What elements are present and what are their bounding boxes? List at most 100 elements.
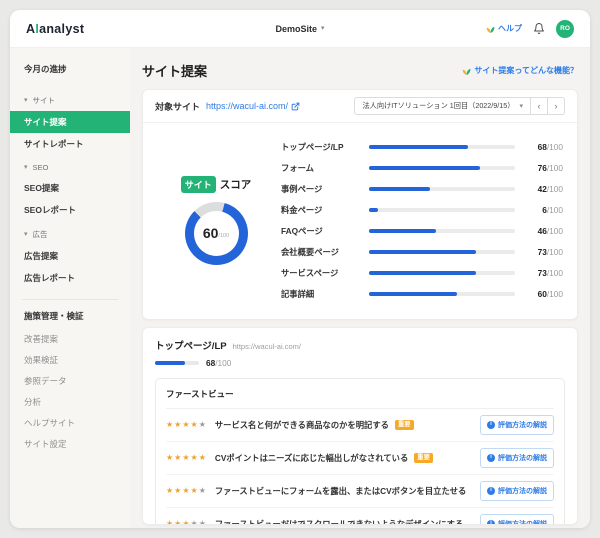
score-bar-row: 会社概要ページ 73/100 (281, 241, 563, 262)
score-bar-row: フォーム 76/100 (281, 157, 563, 178)
score-bar-label: 事例ページ (281, 183, 369, 195)
target-site-link[interactable]: https://wacul-ai.com/ (206, 101, 300, 111)
report-period-value: 法人向けITソリューション 1回目（2022/9/15） (362, 101, 514, 111)
score-bar-track (369, 229, 515, 233)
first-view-title: ファーストビュー (166, 379, 554, 409)
star-rating: ★★★★★ (166, 520, 206, 525)
info-icon: i (487, 421, 495, 429)
report-period-controls: 法人向けITソリューション 1回目（2022/9/15） ▾ ‹ › (354, 97, 565, 115)
score-bar-row: 記事詳細 60/100 (281, 283, 563, 304)
star-empty-icon: ★ (199, 520, 206, 525)
star-filled-icon: ★ (182, 520, 189, 525)
checklist-text: サービス名と何ができる商品なのかを明記する (215, 419, 389, 431)
star-rating: ★★★★★ (166, 421, 206, 429)
site-score-word: スコア (220, 177, 252, 192)
checklist-text: ファーストビューだけでスクロールできないようなデザインにする (215, 518, 463, 525)
report-prev-button[interactable]: ‹ (531, 97, 548, 115)
score-bar-track (369, 145, 515, 149)
score-bar-row: トップページ/LP 68/100 (281, 136, 563, 157)
sidebar-section-ads[interactable]: ▾ 広告 (10, 221, 130, 245)
star-filled-icon: ★ (182, 454, 189, 462)
evaluation-method-button[interactable]: i 評価方法の解説 (480, 481, 554, 501)
avatar-initials: RO (560, 25, 570, 32)
evaluation-method-button[interactable]: i 評価方法の解説 (480, 448, 554, 468)
checklist-text: ファーストビューにフォームを露出、またはCVボタンを目立たせる (215, 485, 466, 497)
page-score-bar-chart: トップページ/LP 68/100 フォーム 76/100 事例ページ (275, 133, 563, 307)
sidebar-item-effect-verification[interactable]: 効果検証 (10, 349, 130, 370)
seedling-icon (486, 24, 495, 34)
sidebar-item-seo-proposal[interactable]: SEO提案 (10, 177, 130, 199)
checklist-row: ★★★★★ ファーストビューにフォームを露出、またはCVボタンを目立たせる i … (166, 475, 554, 508)
sidebar-item-seo-report[interactable]: SEOレポート (10, 199, 130, 221)
important-badge: 重要 (395, 420, 414, 430)
info-icon: i (487, 520, 495, 525)
score-bar-label: FAQページ (281, 225, 369, 237)
site-score-donut-chart: 60 /100 (185, 202, 248, 265)
help-label: ヘルプ (498, 23, 522, 34)
score-bar-track (369, 208, 515, 212)
important-badge: 重要 (414, 453, 433, 463)
score-bar-fill (369, 187, 430, 191)
chevron-down-icon: ▾ (24, 231, 28, 238)
evaluation-method-button[interactable]: i 評価方法の解説 (480, 514, 554, 525)
sidebar-item-site-report[interactable]: サイトレポート (10, 133, 130, 155)
bell-icon (533, 22, 545, 35)
main-content: サイト提案 サイト提案ってどんな機能？ 対象サイト https://wacul-… (130, 48, 590, 528)
checklist-row: ★★★★★ サービス名と何ができる商品なのかを明記する 重要 i 評価方法の解説 (166, 409, 554, 442)
site-score-value: 60 (203, 225, 219, 241)
sidebar-section-site[interactable]: ▾ サイト (10, 87, 130, 111)
sidebar-item-reference-data[interactable]: 参照データ (10, 370, 130, 391)
sidebar-item-help-site[interactable]: ヘルプサイト (10, 412, 130, 433)
detail-score-fill (155, 361, 185, 365)
score-bar-label: サービスページ (281, 267, 369, 279)
score-bar-row: 料金ページ 6/100 (281, 199, 563, 220)
checklist-row: ★★★★★ ファーストビューだけでスクロールできないようなデザインにする i 評… (166, 508, 554, 525)
sidebar-section-label: 広告 (33, 229, 48, 240)
star-filled-icon: ★ (166, 487, 173, 495)
user-avatar[interactable]: RO (556, 20, 574, 38)
score-bar-fill (369, 208, 378, 212)
page-title: サイト提案 (142, 61, 207, 80)
sidebar-item-analysis[interactable]: 分析 (10, 391, 130, 412)
star-filled-icon: ★ (174, 454, 181, 462)
score-bar-value: 42/100 (527, 184, 563, 194)
report-next-button[interactable]: › (548, 97, 565, 115)
sidebar-section-seo[interactable]: ▾ SEO (10, 155, 130, 177)
help-link[interactable]: ヘルプ (486, 23, 522, 34)
score-bar-fill (369, 145, 468, 149)
score-bar-fill (369, 229, 436, 233)
sidebar-item-ad-report[interactable]: 広告レポート (10, 267, 130, 289)
feature-help-link[interactable]: サイト提案ってどんな機能？ (462, 65, 578, 76)
sidebar-item-monthly-progress[interactable]: 今月の進捗 (10, 56, 130, 87)
score-bar-track (369, 250, 515, 254)
star-empty-icon: ★ (191, 520, 198, 525)
score-bar-label: 会社概要ページ (281, 246, 369, 258)
info-icon: i (487, 454, 495, 462)
star-filled-icon: ★ (199, 454, 206, 462)
site-score-max: /100 (218, 233, 229, 239)
checklist-row: ★★★★★ CVポイントはニーズに応じた幅出しがなされている 重要 i 評価方法… (166, 442, 554, 475)
score-bar-row: 事例ページ 42/100 (281, 178, 563, 199)
score-bar-value: 73/100 (527, 247, 563, 257)
site-score-card: 対象サイト https://wacul-ai.com/ 法人向けITソリューショ… (142, 89, 578, 320)
sidebar-item-site-proposal[interactable]: サイト提案 (10, 111, 130, 133)
app-logo[interactable]: AIanalyst (26, 22, 84, 36)
star-filled-icon: ★ (166, 454, 173, 462)
sidebar-item-ad-proposal[interactable]: 広告提案 (10, 245, 130, 267)
evaluation-method-label: 評価方法の解説 (498, 519, 547, 525)
external-link-icon (291, 102, 300, 111)
star-filled-icon: ★ (174, 520, 181, 525)
feature-help-label: サイト提案ってどんな機能？ (474, 65, 578, 76)
notifications-button[interactable] (533, 22, 545, 35)
report-period-dropdown[interactable]: 法人向けITソリューション 1回目（2022/9/15） ▾ (354, 97, 531, 115)
star-filled-icon: ★ (166, 421, 173, 429)
site-selector-label: DemoSite (275, 24, 317, 34)
evaluation-method-button[interactable]: i 評価方法の解説 (480, 415, 554, 435)
site-selector-dropdown[interactable]: DemoSite ▾ (275, 24, 324, 34)
sidebar-item-improvement-proposal[interactable]: 改善提案 (10, 328, 130, 349)
sidebar-item-site-settings[interactable]: サイト設定 (10, 433, 130, 454)
checklist-text: CVポイントはニーズに応じた幅出しがなされている (215, 452, 408, 464)
target-site-label: 対象サイト (155, 100, 200, 113)
site-score-summary: サイト スコア 60 /100 (157, 133, 275, 307)
score-bar-value: 6/100 (527, 205, 563, 215)
